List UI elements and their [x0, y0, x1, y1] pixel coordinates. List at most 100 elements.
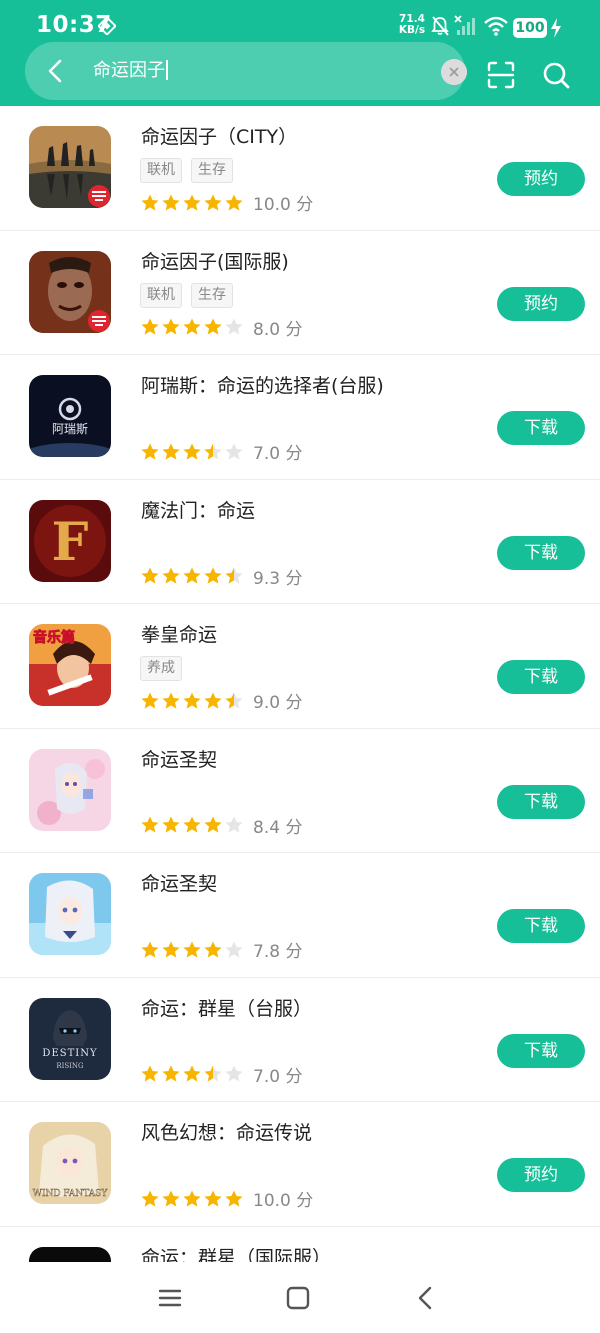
- star-empty-icon: [225, 443, 243, 460]
- star-empty-icon: [225, 816, 243, 833]
- star-rating: [140, 690, 245, 711]
- app-rating: 10.0 分: [140, 190, 314, 215]
- result-item[interactable]: WIND FANTASY 风色幻想：命运传说 10.0 分 预约: [0, 1102, 600, 1227]
- search-bar[interactable]: 命运因子: [25, 42, 467, 100]
- app-rating: 8.0 分: [140, 315, 303, 340]
- star-full-icon: [141, 1065, 159, 1082]
- star-full-icon: [204, 816, 222, 833]
- app-title[interactable]: 风色幻想：命运传说: [141, 1118, 312, 1145]
- app-icon[interactable]: 音乐篇: [29, 624, 111, 706]
- result-item[interactable]: 命运：群星（国际服）: [0, 1227, 600, 1267]
- star-half-icon: [225, 567, 243, 584]
- rating-score: 7.0 分: [253, 1066, 303, 1087]
- app-icon[interactable]: 阿瑞斯: [29, 375, 111, 457]
- star-full-icon: [183, 1065, 201, 1082]
- app-icon-text: DESTINY: [42, 1048, 97, 1059]
- app-icon[interactable]: F: [29, 499, 111, 582]
- scan-icon[interactable]: [486, 60, 516, 90]
- star-full-icon: [204, 941, 222, 958]
- app-icon[interactable]: [29, 126, 111, 208]
- app-rating: 9.3 分: [140, 564, 303, 589]
- app-title[interactable]: 命运圣契: [141, 745, 217, 772]
- no-signal-icon: [454, 15, 475, 35]
- result-item[interactable]: 命运因子(国际服) 联机 生存 8.0 分 预约: [0, 231, 600, 355]
- rating-score: 7.0 分: [253, 444, 303, 464]
- app-title[interactable]: 命运因子(国际服): [141, 247, 289, 274]
- network-speed: 71.4 KB/s: [396, 14, 428, 36]
- app-tag: 生存: [191, 158, 233, 183]
- star-full-icon: [183, 194, 201, 211]
- app-icon[interactable]: [29, 250, 111, 333]
- star-full-icon: [183, 567, 201, 584]
- result-item[interactable]: DESTINY RISING 命运：群星（台服） 7.0 分 下载: [0, 978, 600, 1102]
- search-query-text: 命运因子: [93, 60, 165, 81]
- app-title[interactable]: 拳皇命运: [141, 620, 217, 647]
- app-icon[interactable]: [29, 748, 111, 831]
- download-button[interactable]: 下载: [497, 660, 585, 694]
- rating-score: 10.0 分: [253, 195, 314, 215]
- app-icon[interactable]: WIND FANTASY: [29, 1122, 111, 1204]
- star-full-icon: [141, 567, 159, 584]
- download-button[interactable]: 下载: [497, 411, 585, 445]
- app-icon[interactable]: DESTINY RISING: [29, 997, 111, 1080]
- reserve-button[interactable]: 预约: [497, 162, 585, 196]
- result-item[interactable]: F 魔法门：命运 9.3 分 下载: [0, 480, 600, 604]
- star-half-icon: [225, 692, 243, 709]
- result-item[interactable]: 阿瑞斯 阿瑞斯：命运的选择者(台服) 7.0 分 下载: [0, 355, 600, 480]
- reserve-button[interactable]: 预约: [497, 286, 585, 321]
- rating-score: 8.0 分: [253, 319, 303, 340]
- result-item[interactable]: 命运圣契 7.8 分 下载: [0, 853, 600, 978]
- app-icon-text: WIND FANTASY: [33, 1189, 109, 1199]
- star-empty-icon: [225, 318, 243, 335]
- star-full-icon: [204, 692, 222, 709]
- star-full-icon: [183, 1190, 201, 1207]
- vpn-icon: [98, 17, 116, 35]
- reserve-button[interactable]: 预约: [497, 1158, 585, 1192]
- app-title[interactable]: 命运：群星（台服）: [141, 994, 312, 1021]
- charging-icon: [551, 18, 561, 38]
- network-speed-unit: KB/s: [398, 24, 426, 36]
- app-rating: 7.0 分: [140, 1062, 303, 1087]
- star-rating: [140, 317, 245, 338]
- clear-icon[interactable]: [441, 59, 467, 85]
- app-tags: 联机 生存: [140, 282, 242, 308]
- download-button[interactable]: 下载: [497, 909, 585, 943]
- rating-score: 10.0 分: [253, 1191, 314, 1211]
- menu-icon[interactable]: [156, 1284, 184, 1312]
- star-full-icon: [162, 1065, 180, 1082]
- app-tag: 生存: [191, 282, 233, 308]
- download-button[interactable]: 下载: [497, 784, 585, 819]
- search-input[interactable]: 命运因子: [93, 57, 168, 85]
- result-item[interactable]: 命运因子（CITY） 联机 生存 10.0 分 预约: [0, 106, 600, 231]
- star-full-icon: [183, 443, 201, 460]
- text-caret: [166, 60, 168, 80]
- star-full-icon: [183, 692, 201, 709]
- app-tag: 联机: [140, 158, 182, 183]
- app-title[interactable]: 命运圣契: [141, 869, 217, 896]
- app-tags: 联机 生存: [140, 158, 242, 183]
- star-full-icon: [141, 816, 159, 833]
- star-full-icon: [162, 816, 180, 833]
- home-icon[interactable]: [284, 1284, 312, 1312]
- battery-level: 100: [513, 18, 547, 38]
- app-title[interactable]: 命运因子（CITY）: [141, 122, 297, 149]
- back-arrow-icon[interactable]: [43, 58, 69, 84]
- result-item[interactable]: 命运圣契 8.4 分 下载: [0, 729, 600, 853]
- app-icon[interactable]: [29, 873, 111, 955]
- download-button[interactable]: 下载: [497, 535, 585, 570]
- back-icon[interactable]: [412, 1284, 440, 1312]
- app-tag: 联机: [140, 282, 182, 308]
- app-title[interactable]: 魔法门：命运: [141, 496, 255, 523]
- star-full-icon: [162, 194, 180, 211]
- result-item[interactable]: 音乐篇 拳皇命运 养成 9.0 分 下载: [0, 604, 600, 729]
- star-full-icon: [162, 443, 180, 460]
- star-full-icon: [162, 692, 180, 709]
- star-full-icon: [204, 194, 222, 211]
- app-icon-text: F: [52, 512, 89, 573]
- star-full-icon: [204, 567, 222, 584]
- app-title[interactable]: 阿瑞斯：命运的选择者(台服): [141, 371, 384, 398]
- search-icon[interactable]: [541, 60, 571, 90]
- rating-score: 9.3 分: [253, 568, 303, 589]
- star-half-icon: [204, 1065, 222, 1082]
- download-button[interactable]: 下载: [497, 1033, 585, 1068]
